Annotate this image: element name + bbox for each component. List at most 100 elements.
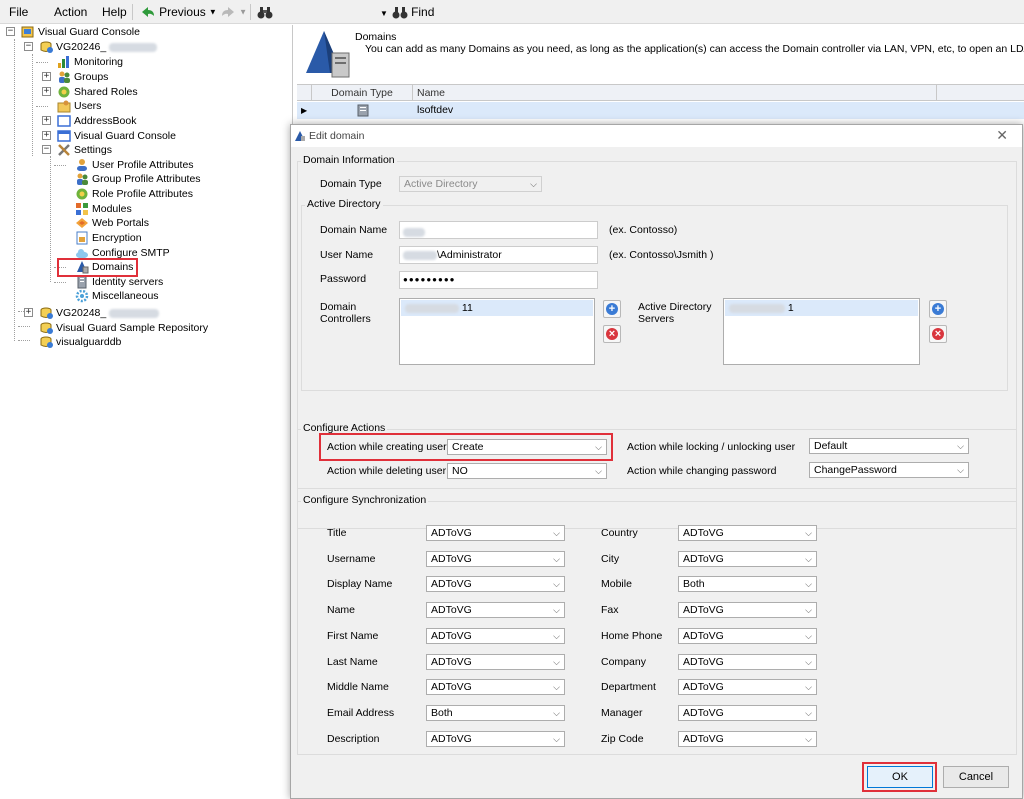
sync-direction-select[interactable]: ADToVG ⌵ [426,576,565,592]
sync-direction-select[interactable]: ADToVG ⌵ [678,654,817,670]
sync-direction-select[interactable]: ADToVG ⌵ [426,679,565,695]
sync-direction-select[interactable]: ADToVG ⌵ [426,654,565,670]
ok-highlight-box [862,762,937,792]
group-icon [77,173,88,185]
users-folder-icon [57,100,71,113]
previous-button[interactable]: Previous ▼ [140,4,217,20]
password-action-select[interactable]: ChangePassword ⌵ [809,462,969,478]
sync-direction-select[interactable]: ADToVG ⌵ [678,731,817,747]
back-arrow-icon [142,7,154,17]
console-icon [21,26,34,38]
dialog-title: Edit domain [309,130,365,142]
domain-controllers-list[interactable]: 11 [399,298,595,365]
sync-direction-select[interactable]: ADToVG ⌵ [678,525,817,541]
bar-chart-icon [58,56,69,68]
sync-direction-select[interactable]: ADToVG ⌵ [426,602,565,618]
lock-action-label: Action while locking / unlocking user [627,441,796,453]
find-dropdown-arrow-icon[interactable]: ▼ [380,9,388,18]
chevron-down-icon: ⌵ [530,179,537,189]
chevron-down-icon: ⌵ [553,682,560,692]
collapse-toggle[interactable]: − [24,42,33,51]
chevron-down-icon: ⌵ [957,465,964,475]
list-item[interactable]: 1 [725,300,918,316]
expand-toggle[interactable]: + [42,72,51,81]
sync-direction-select[interactable]: Both ⌵ [426,705,565,721]
lock-action-select[interactable]: Default ⌵ [809,438,969,454]
sync-direction-select[interactable]: ADToVG ⌵ [678,628,817,644]
addressbook-icon [57,115,71,127]
sync-direction-select[interactable]: ADToVG ⌵ [678,679,817,695]
sync-label: Description [327,733,380,745]
column-header-domain-type[interactable]: Domain Type [312,85,413,101]
row-domain-name: lsoftdev [417,104,454,116]
domain-name-label: Domain Name [320,224,388,236]
pane-description: You can add as many Domains as you need,… [365,43,1024,55]
find-button[interactable]: Find [392,4,434,20]
add-ad-server-button[interactable]: + [929,300,947,318]
remove-ad-server-button[interactable]: × [929,325,947,343]
password-field[interactable]: ●●●●●●●●● [399,271,598,289]
menu-help[interactable]: Help [102,5,127,19]
expand-toggle[interactable]: + [42,116,51,125]
ad-servers-list[interactable]: 1 [723,298,920,365]
sync-direction-select[interactable]: ADToVG ⌵ [678,705,817,721]
user-icon [77,159,87,171]
binoculars-icon [392,7,408,19]
sync-label: Mobile [601,578,632,590]
sync-label: Manager [601,707,643,719]
group-label-configure-synchronization: Configure Synchronization [301,494,429,506]
list-item[interactable]: 11 [401,300,593,316]
dialog-close-button[interactable]: ✕ [996,127,1008,144]
sync-label: Department [601,681,656,693]
next-button[interactable]: ▼ [220,4,247,20]
chevron-down-icon: ⌵ [805,554,812,564]
sync-label: Email Address [327,707,395,719]
domain-name-hint: (ex. Contosso) [609,224,678,236]
domain-name-field[interactable] [399,221,598,239]
database-icon [40,307,53,319]
collapse-toggle[interactable]: − [6,27,15,36]
chevron-down-icon: ⌵ [805,734,812,744]
password-label: Password [320,273,367,285]
sync-label: Last Name [327,656,378,668]
sync-label: Display Name [327,578,393,590]
sync-direction-select[interactable]: ADToVG ⌵ [426,731,565,747]
roles-icon [58,86,70,98]
expand-toggle[interactable]: + [42,131,51,140]
menu-action[interactable]: Action [54,5,87,19]
chevron-down-icon: ⌵ [553,657,560,667]
group-label-domain-information: Domain Information [301,154,397,166]
sync-direction-select[interactable]: ADToVG ⌵ [678,551,817,567]
delete-action-select[interactable]: NO ⌵ [447,463,607,479]
column-header-name[interactable]: Name [413,85,937,101]
chevron-down-icon: ⌵ [553,605,560,615]
expand-toggle[interactable]: + [24,308,33,317]
expand-toggle[interactable]: + [42,87,51,96]
menu-file[interactable]: File [9,5,28,19]
collapse-toggle[interactable]: − [42,145,51,154]
navigation-tree: − Visual Guard Console − VG20246_ Monito… [0,25,293,799]
chevron-down-icon: ⌵ [553,554,560,564]
chevron-down-icon: ⌵ [805,657,812,667]
modules-icon [76,203,88,215]
add-domain-controller-button[interactable]: + [603,300,621,318]
chevron-down-icon: ⌵ [805,528,812,538]
user-name-field[interactable]: \Administrator [399,246,598,264]
remove-icon: × [606,328,618,340]
sync-direction-select[interactable]: ADToVG ⌵ [426,628,565,644]
sync-label: Zip Code [601,733,644,745]
binoculars-icon[interactable] [257,4,273,20]
sync-direction-select[interactable]: ADToVG ⌵ [426,525,565,541]
sync-direction-select[interactable]: ADToVG ⌵ [426,551,565,567]
encryption-icon [76,231,88,245]
create-action-highlight-box [319,433,613,461]
table-row[interactable]: ▶ lsoftdev [297,102,1024,119]
sync-direction-select[interactable]: Both ⌵ [678,576,817,592]
cancel-button[interactable]: Cancel [943,766,1009,788]
sync-direction-select[interactable]: ADToVG ⌵ [678,602,817,618]
pane-title: Domains [355,31,397,43]
dialog-title-bar: Edit domain ✕ [291,125,1022,147]
sync-label: Company [601,656,646,668]
chevron-down-icon: ⌵ [805,708,812,718]
remove-domain-controller-button[interactable]: × [603,325,621,343]
